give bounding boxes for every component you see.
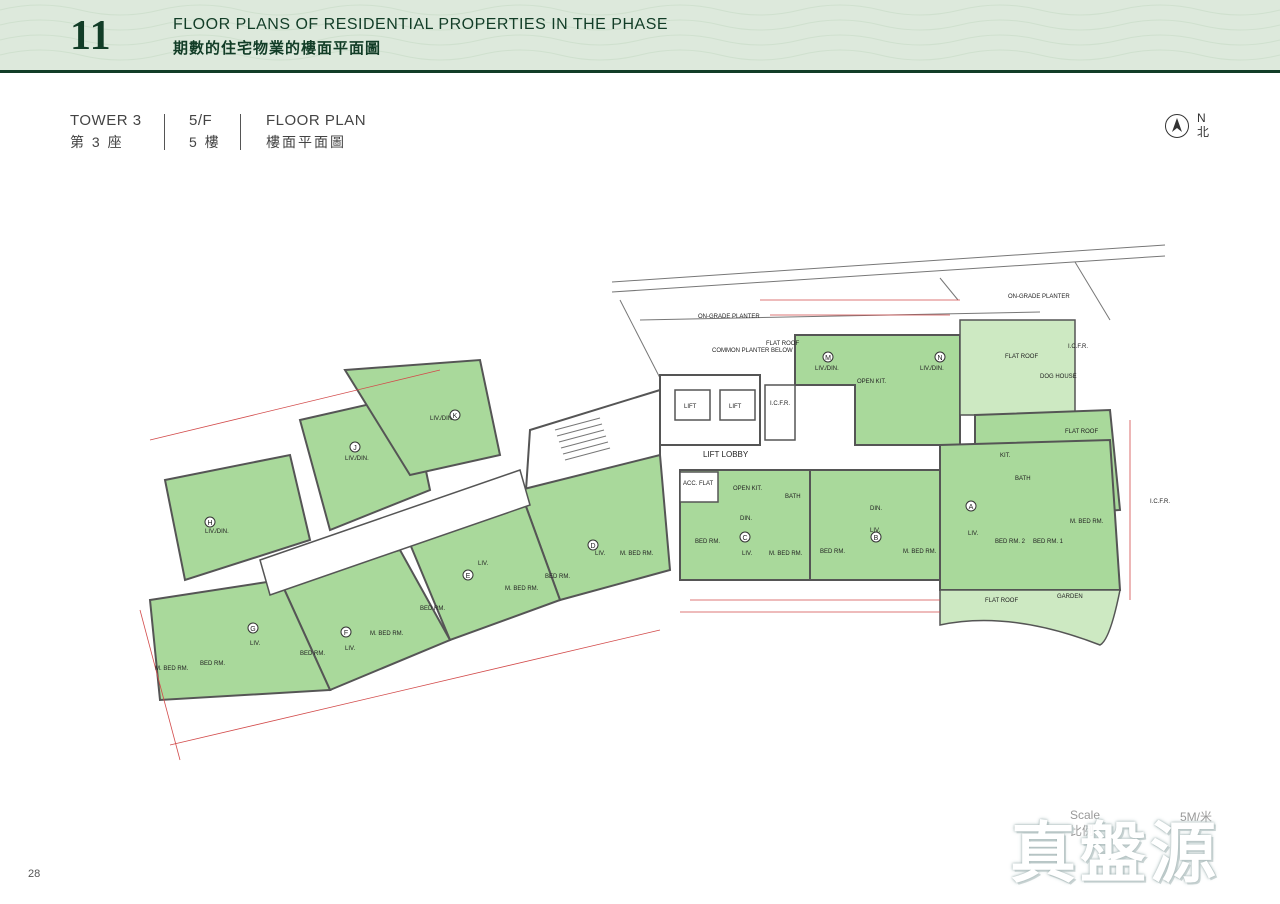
label-acc-flat: ACC. FLAT (683, 481, 714, 487)
label-liv-din-j: LIV./DIN. (345, 456, 369, 462)
icfr-box (764, 384, 796, 441)
right-block (659, 319, 1122, 646)
label-m-bed-rm-c: M. BED RM. (769, 551, 803, 557)
flat-marker-k-label: K (453, 413, 458, 420)
label-flat-roof-1: FLAT ROOF (1005, 354, 1038, 360)
label-liv-e: LIV. (478, 561, 488, 567)
label-icfr-3: I.C.F.R. (1150, 499, 1170, 505)
watermark-logo: 真盤源 (1010, 816, 1220, 890)
flat-m-n-fill (794, 334, 961, 446)
label-m-bed-rm-e: M. BED RM. (505, 586, 539, 592)
flat-marker-j-label: J (353, 445, 357, 452)
flat-marker-h-label: H (207, 520, 212, 527)
flat-marker-d-label: D (590, 543, 595, 550)
label-liv-d: LIV. (595, 551, 605, 557)
label-din-c: DIN. (740, 516, 752, 522)
label-bed-rm-g: BED RM. (200, 661, 225, 667)
label-bed-rm-c: BED RM. (695, 539, 720, 545)
acc-flat-box (679, 471, 719, 503)
label-bath-a: BATH (1015, 476, 1031, 482)
label-liv-din-h: LIV./DIN. (205, 529, 229, 535)
flat-marker-n-label: N (937, 355, 942, 362)
page-number: 28 (28, 868, 41, 880)
label-on-grade-planter-2: ON-GRADE PLANTER (1008, 294, 1070, 300)
label-bed-rm-b: BED RM. (820, 549, 845, 555)
label-common-planter: COMMON PLANTER BELOW (712, 348, 793, 354)
label-lift-1: LIFT (684, 404, 697, 410)
label-icfr-1: I.C.F.R. (770, 401, 790, 407)
label-m-bed-rm-d: M. BED RM. (620, 551, 654, 557)
label-icfr-2: I.C.F.R. (1068, 344, 1088, 350)
label-open-kit-c: OPEN KIT. (733, 486, 762, 492)
label-liv-din-m: LIV./DIN. (815, 366, 839, 372)
label-garden: GARDEN (1057, 594, 1083, 600)
label-open-kit-m: OPEN KIT. (857, 379, 886, 385)
label-bed-rm-1-a: BED RM. 1 (1033, 539, 1064, 545)
label-din-b: DIN. (870, 506, 882, 512)
label-liv-c: LIV. (742, 551, 752, 557)
flat-marker-e-label: E (466, 573, 471, 580)
label-m-bed-rm-g: M. BED RM. (155, 666, 189, 672)
label-bed-rm-f: BED RM. (300, 651, 325, 657)
label-kit-a: KIT. (1000, 453, 1011, 459)
label-bed-rm-d: BED RM. (545, 574, 570, 580)
flat-b-fill (809, 469, 941, 581)
label-lift-2: LIFT (729, 404, 742, 410)
flat-marker-g-label: G (250, 626, 255, 633)
label-on-grade-planter-1: ON-GRADE PLANTER (698, 314, 760, 320)
flat-marker-b-label: B (874, 535, 879, 542)
label-liv-f: LIV. (345, 646, 355, 652)
label-lift-lobby: LIFT LOBBY (703, 450, 749, 459)
label-m-bed-rm-b: M. BED RM. (903, 549, 937, 555)
flat-marker-f-label: F (344, 630, 348, 637)
label-bath-c: BATH (785, 494, 801, 500)
label-flat-roof-4: FLAT ROOF (766, 341, 799, 347)
label-bed-rm-2-a: BED RM. 2 (995, 539, 1026, 545)
garden-fill (939, 589, 1121, 646)
flat-marker-a-label: A (969, 504, 974, 511)
floor-plan-drawing: ON-GRADE PLANTER ON-GRADE PLANTER COMMON… (139, 244, 1170, 761)
label-liv-din-n: LIV./DIN. (920, 366, 944, 372)
flat-marker-c-label: C (742, 535, 747, 542)
label-liv-a: LIV. (968, 531, 978, 537)
label-bed-rm-e: BED RM. (420, 606, 445, 612)
label-flat-roof-2: FLAT ROOF (1065, 429, 1098, 435)
flat-roof-top-right (959, 319, 1076, 416)
label-flat-roof-3: FLAT ROOF (985, 598, 1018, 604)
label-m-bed-rm-f: M. BED RM. (370, 631, 404, 637)
label-m-bed-rm-a: M. BED RM. (1070, 519, 1104, 525)
flat-marker-m-label: M (825, 355, 831, 362)
flat-a-fill (939, 438, 1122, 591)
label-liv-g: LIV. (250, 641, 260, 647)
label-dog-house: DOG HOUSE (1040, 374, 1077, 380)
